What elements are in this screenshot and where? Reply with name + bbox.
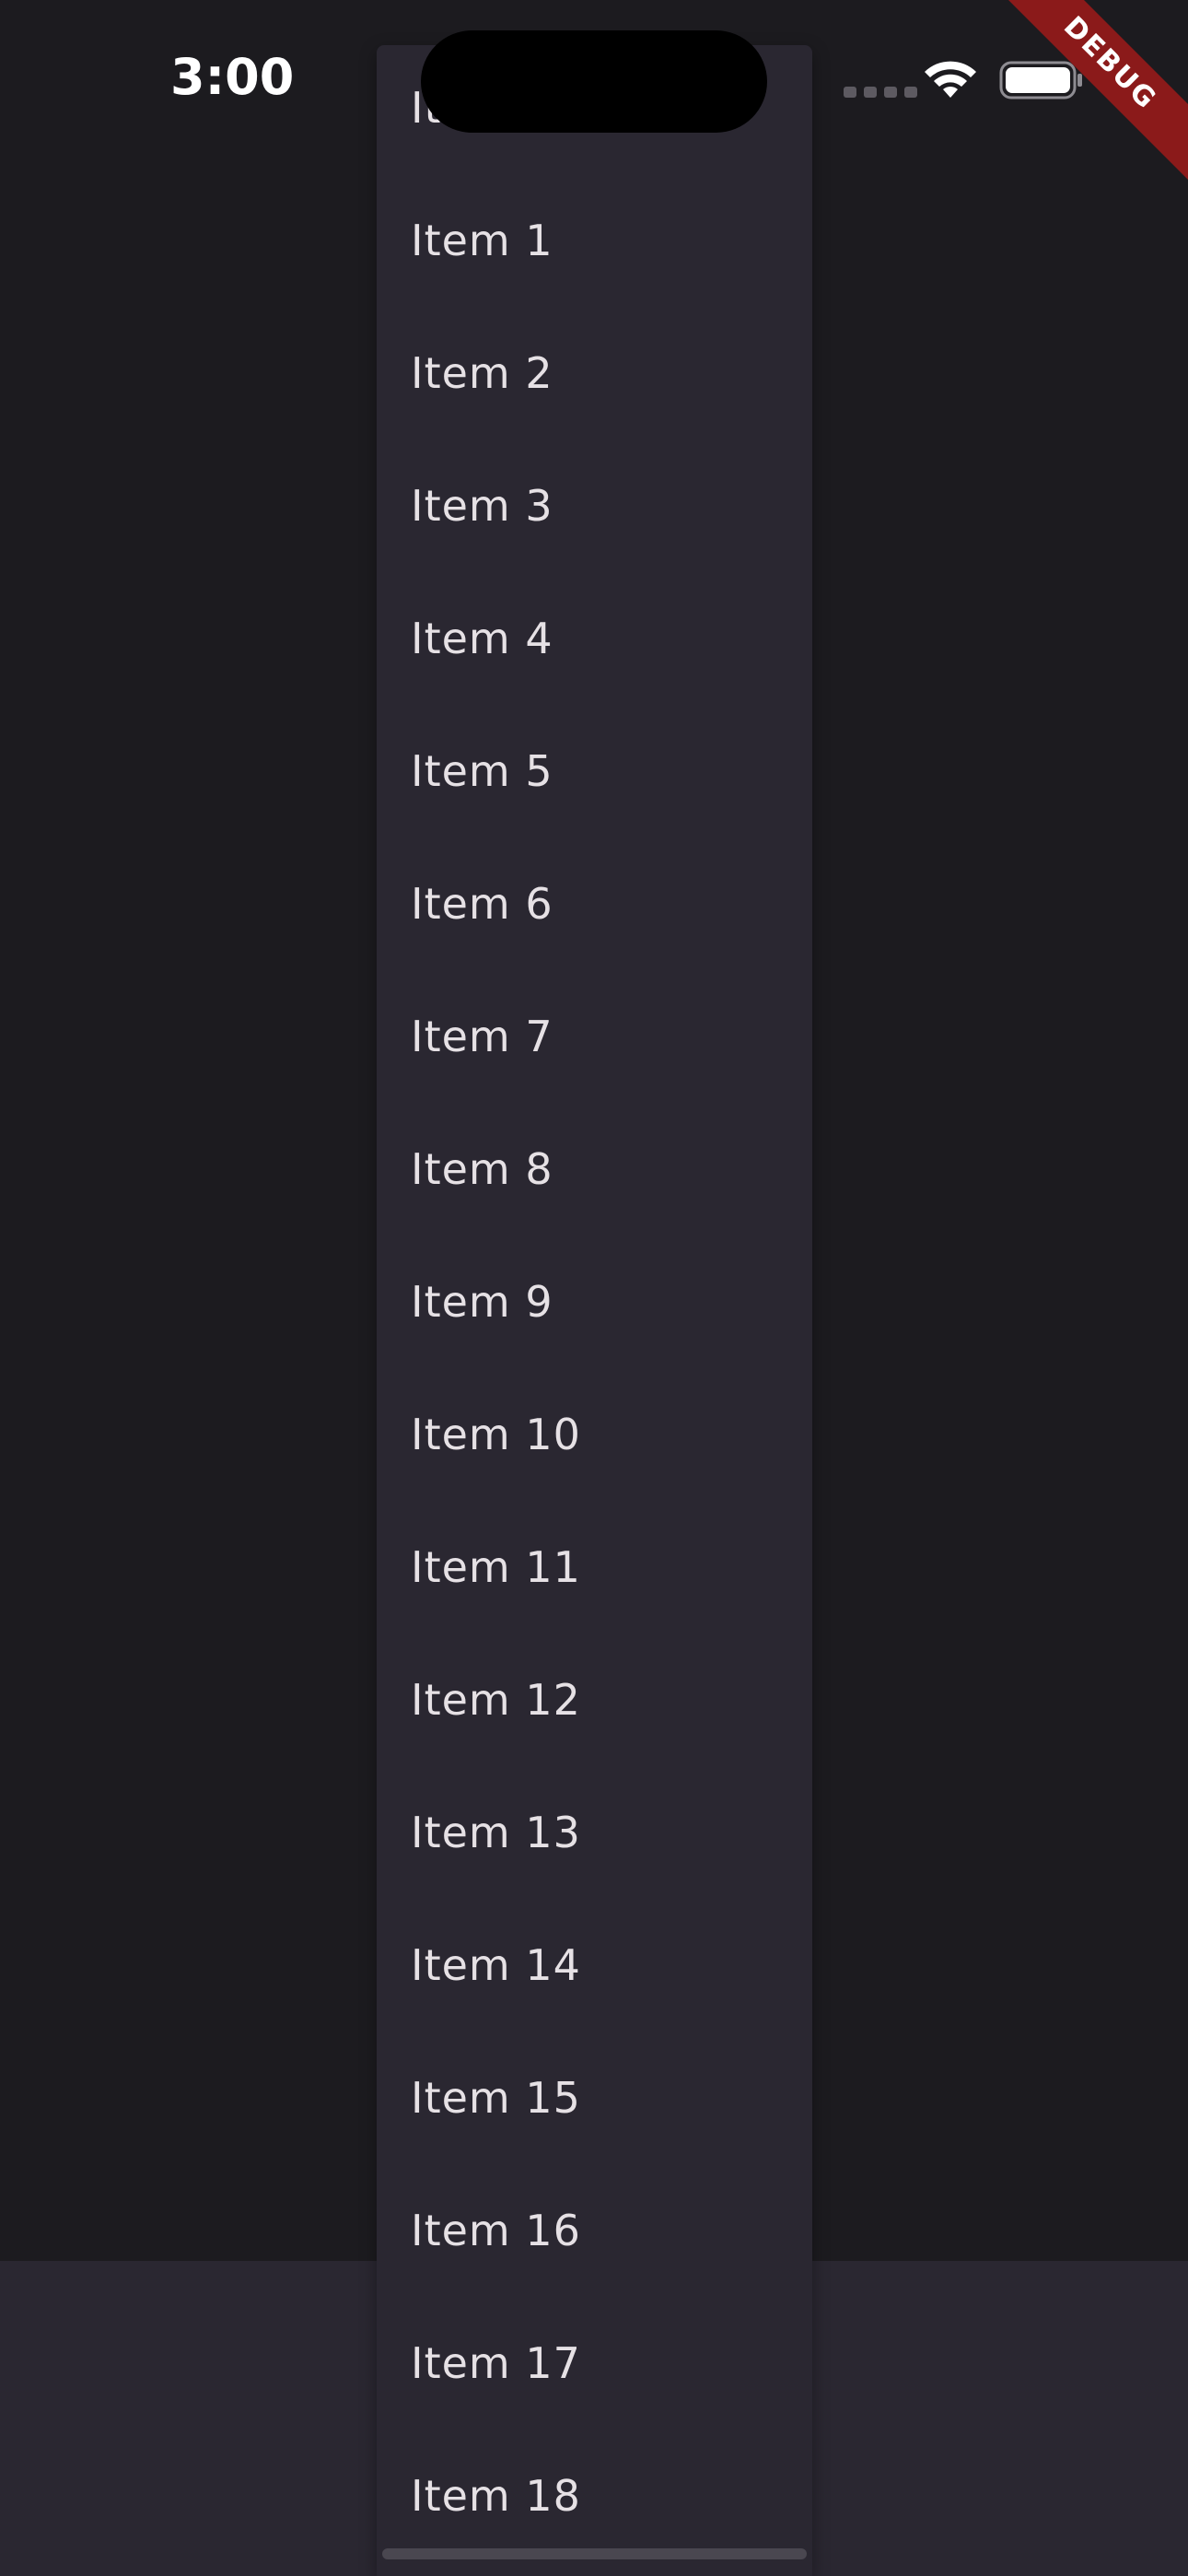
status-time: 3:00 <box>170 48 295 106</box>
menu-item[interactable]: Item 11 <box>377 1501 812 1633</box>
menu-item[interactable]: Item 14 <box>377 1899 812 2032</box>
menu-item[interactable]: Item 15 <box>377 2032 812 2164</box>
menu-item[interactable]: Item 5 <box>377 705 812 837</box>
wifi-icon <box>925 61 976 98</box>
menu-item[interactable]: Item 6 <box>377 837 812 970</box>
menu-item[interactable]: Item 9 <box>377 1235 812 1368</box>
cellular-signal-icon <box>844 87 917 98</box>
dropdown-menu[interactable]: Item 0Item 1Item 2Item 3Item 4Item 5Item… <box>377 45 812 2576</box>
menu-item[interactable]: Item 12 <box>377 1633 812 1766</box>
menu-list: Item 0Item 1Item 2Item 3Item 4Item 5Item… <box>377 45 812 2562</box>
menu-item[interactable]: Item 17 <box>377 2297 812 2430</box>
dynamic-island <box>421 30 767 133</box>
menu-item[interactable]: Item 2 <box>377 307 812 439</box>
menu-item[interactable]: Item 1 <box>377 174 812 307</box>
menu-item[interactable]: Item 13 <box>377 1766 812 1899</box>
menu-item[interactable]: Item 7 <box>377 970 812 1103</box>
menu-item[interactable]: Item 10 <box>377 1368 812 1501</box>
menu-item[interactable]: Item 4 <box>377 572 812 705</box>
app-screen: Item 0Item 1Item 2Item 3Item 4Item 5Item… <box>0 0 1188 2576</box>
menu-item[interactable]: Item 8 <box>377 1103 812 1235</box>
menu-scrollbar[interactable] <box>382 2548 807 2559</box>
battery-icon <box>999 61 1082 100</box>
menu-item[interactable]: Item 3 <box>377 439 812 572</box>
menu-item[interactable]: Item 18 <box>377 2430 812 2562</box>
menu-item[interactable]: Item 16 <box>377 2164 812 2297</box>
